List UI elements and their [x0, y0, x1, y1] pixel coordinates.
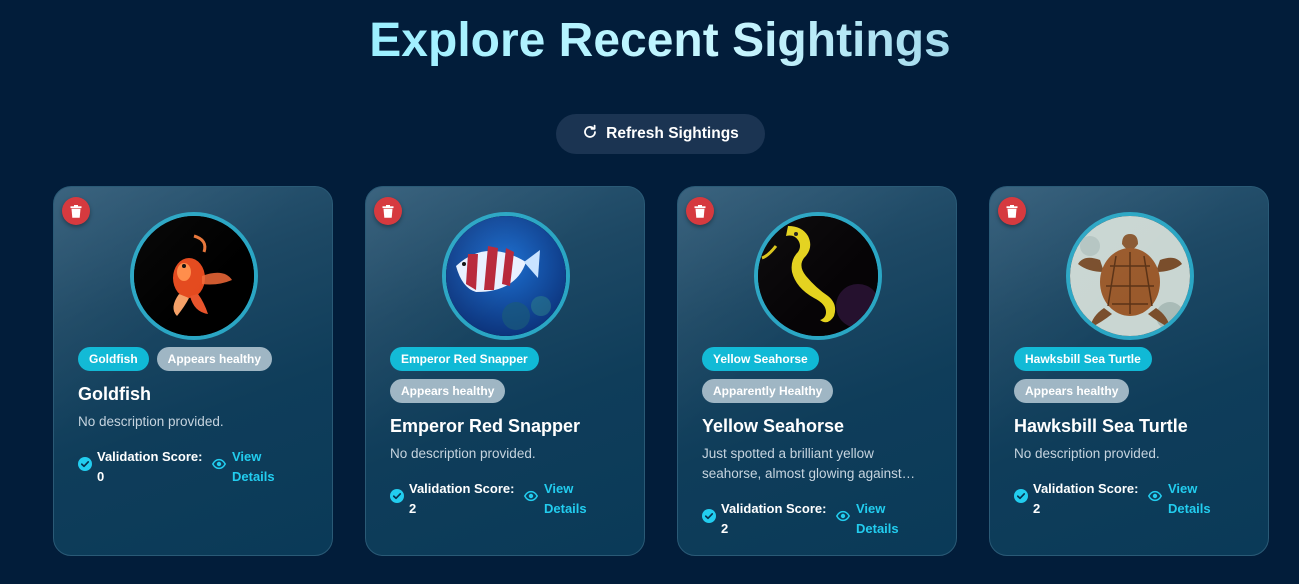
sighting-name: Emperor Red Snapper [390, 416, 581, 436]
score-label: Validation Score: [1033, 481, 1139, 496]
eye-icon [212, 458, 226, 470]
trash-icon [70, 204, 82, 218]
tag-list: Goldfish Appears healthy [78, 347, 318, 371]
delete-button[interactable] [374, 197, 402, 225]
delete-button[interactable] [62, 197, 90, 225]
eye-icon [524, 490, 538, 502]
delete-button[interactable] [998, 197, 1026, 225]
sighting-description: No description provided. [390, 446, 536, 461]
sighting-description: No description provided. [78, 414, 224, 429]
tag-list: Yellow Seahorse Apparently Healthy [702, 347, 942, 403]
tag-list: Emperor Red Snapper Appears healthy [390, 347, 630, 403]
check-circle-icon [390, 489, 404, 503]
view-details-link[interactable]: View Details [836, 499, 910, 539]
sighting-card: Emperor Red Snapper Appears healthy Empe… [365, 186, 645, 556]
sightings-page: Explore Recent Sightings Refresh Sightin… [0, 0, 1299, 584]
health-tag: Apparently Healthy [702, 379, 834, 403]
check-circle-icon [702, 509, 716, 523]
score-label: Validation Score: [409, 481, 515, 496]
sighting-name: Hawksbill Sea Turtle [1014, 416, 1188, 436]
health-tag: Appears healthy [156, 347, 273, 371]
species-tag: Yellow Seahorse [702, 347, 819, 371]
species-tag: Hawksbill Sea Turtle [1014, 347, 1152, 371]
refresh-label: Refresh Sightings [606, 125, 739, 142]
sea-turtle-photo [1066, 212, 1194, 340]
validation-score: Validation Score: 2 [702, 499, 842, 539]
validation-score: Validation Score: 0 [78, 447, 218, 487]
trash-icon [1006, 204, 1018, 218]
validation-score: Validation Score: 2 [390, 479, 530, 519]
sighting-card: Goldfish Appears healthy Goldfish No des… [53, 186, 333, 556]
sighting-card: Hawksbill Sea Turtle Appears healthy Haw… [989, 186, 1269, 556]
health-tag: Appears healthy [1014, 379, 1130, 403]
view-details-label: View Details [232, 449, 275, 484]
page-title: Explore Recent Sightings [0, 14, 1299, 68]
eye-icon [836, 510, 850, 522]
health-tag: Appears healthy [390, 379, 506, 403]
score-value: 2 [1033, 501, 1041, 516]
goldfish-photo [130, 212, 258, 340]
sighting-name: Yellow Seahorse [702, 416, 845, 436]
view-details-label: View Details [544, 481, 587, 516]
species-tag: Goldfish [78, 347, 149, 371]
sighting-name: Goldfish [78, 384, 151, 404]
seahorse-photo [754, 212, 882, 340]
score-label: Validation Score: [97, 449, 203, 464]
score-value: 0 [97, 469, 105, 484]
refresh-sightings-button[interactable]: Refresh Sightings [556, 114, 765, 154]
delete-button[interactable] [686, 197, 714, 225]
view-details-label: View Details [856, 501, 899, 536]
validation-score: Validation Score: 2 [1014, 479, 1154, 519]
trash-icon [694, 204, 706, 218]
view-details-link[interactable]: View Details [1148, 479, 1222, 519]
score-value: 2 [721, 521, 729, 536]
view-details-label: View Details [1168, 481, 1211, 516]
eye-icon [1148, 490, 1162, 502]
trash-icon [382, 204, 394, 218]
tag-list: Hawksbill Sea Turtle Appears healthy [1014, 347, 1254, 403]
sighting-description: No description provided. [1014, 446, 1160, 461]
sighting-card: Yellow Seahorse Apparently Healthy Yello… [677, 186, 957, 556]
score-value: 2 [409, 501, 417, 516]
sighting-description: Just spotted a brilliant yellow seahorse… [702, 446, 916, 481]
score-label: Validation Score: [721, 501, 827, 516]
red-snapper-photo [442, 212, 570, 340]
view-details-link[interactable]: View Details [524, 479, 598, 519]
check-circle-icon [1014, 489, 1028, 503]
view-details-link[interactable]: View Details [212, 447, 286, 487]
species-tag: Emperor Red Snapper [390, 347, 539, 371]
check-circle-icon [78, 457, 92, 471]
refresh-icon [582, 124, 598, 145]
